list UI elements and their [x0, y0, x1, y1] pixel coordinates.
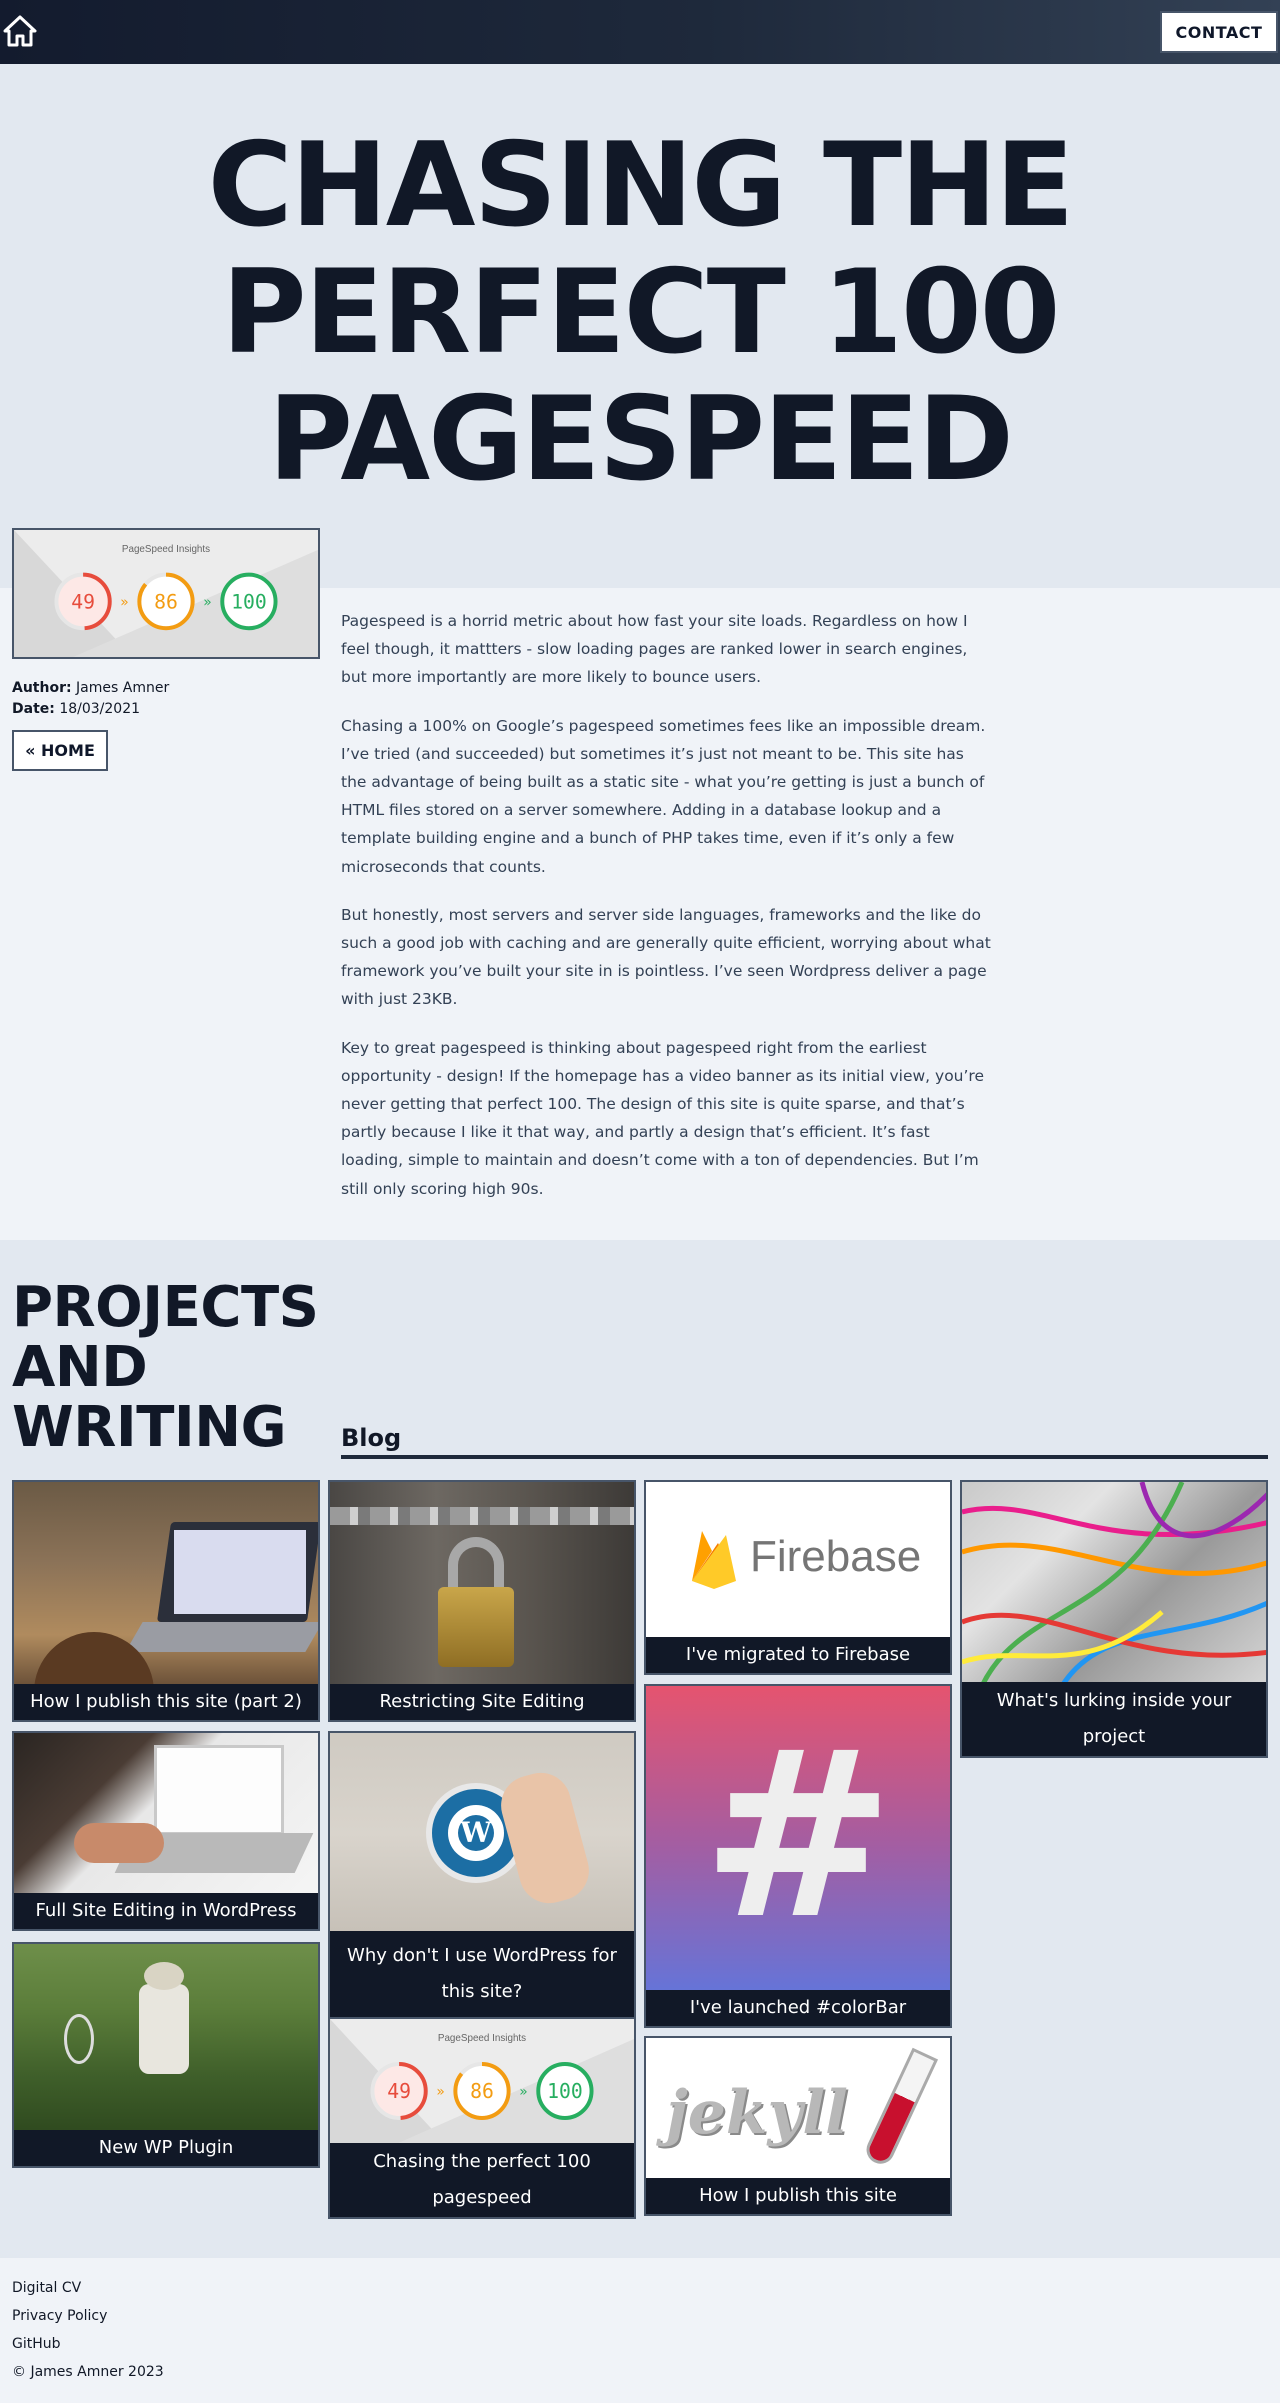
blog-card-caption: How I publish this site	[646, 2178, 950, 2214]
blog-card-caption: How I publish this site (part 2)	[14, 1684, 318, 1720]
pagespeed-graphic: PageSpeed Insights 49 » 86 » 100	[330, 2019, 634, 2147]
firebase-wordmark: Firebase	[750, 1532, 922, 1581]
projects-heading-line: PROJECTS	[12, 1275, 319, 1340]
score-value: 86	[154, 590, 178, 613]
blog-card[interactable]: Restricting Site Editing	[328, 1480, 636, 1722]
blog-divider	[341, 1455, 1268, 1459]
author-label: Author:	[12, 680, 72, 696]
contact-button[interactable]: CONTACT	[1160, 11, 1278, 53]
blog-card-caption: What's lurking inside your project	[962, 1682, 1266, 1756]
blog-card[interactable]: New WP Plugin	[12, 1942, 320, 2168]
blog-card[interactable]: What's lurking inside your project	[960, 1480, 1268, 1758]
jekyll-logo: jekyll	[646, 2038, 950, 2180]
firebase-logo: Firebase	[646, 1482, 950, 1639]
wordpress-logo-photo: W	[330, 1733, 634, 1935]
blog-card[interactable]: Firebase I've migrated to Firebase	[644, 1480, 952, 1675]
article-paragraph: Chasing a 100% on Google’s pagespeed som…	[341, 716, 986, 876]
blog-card-caption: Chasing the perfect 100 pagespeed	[330, 2143, 634, 2217]
chevron-right-icon: »	[519, 2084, 527, 2100]
blog-heading: Blog	[341, 1424, 402, 1452]
blog-card-caption: New WP Plugin	[14, 2130, 318, 2166]
article-body: Pagespeed is a horrid metric about how f…	[341, 607, 991, 1223]
blog-card[interactable]: # I've launched #colorBar	[644, 1684, 952, 2028]
date-label: Date:	[12, 701, 55, 717]
top-nav-bar: CONTACT	[0, 0, 1280, 64]
chevron-right-icon: »	[203, 594, 211, 610]
footer	[0, 2258, 1280, 2403]
title-line: CHASING THE	[207, 118, 1075, 253]
footer-link-digital-cv[interactable]: Digital CV	[12, 2280, 81, 2296]
field-photo	[14, 1944, 318, 2132]
article-paragraph: Key to great pagespeed is thinking about…	[341, 1038, 985, 1198]
title-line: PERFECT 100	[221, 245, 1061, 380]
pagespeed-graphic: PageSpeed Insights 49 » 86 » 100	[14, 530, 318, 657]
cables-photo	[962, 1482, 1266, 1686]
chevron-right-icon: »	[436, 2084, 444, 2100]
chevron-right-icon: »	[120, 594, 128, 610]
blog-card[interactable]: W Why don't I use WordPress for this sit…	[328, 1731, 636, 2019]
padlock-photo	[330, 1482, 634, 1686]
pagespeed-image: PageSpeed Insights 49 » 86 » 100	[12, 528, 320, 659]
hash-gradient: #	[646, 1686, 950, 1992]
post-meta: Author: James Amner Date: 18/03/2021	[12, 678, 169, 720]
home-button[interactable]: « HOME	[12, 730, 108, 771]
pagespeed-scores: PageSpeed Insights 49 » 86 » 100	[330, 2019, 634, 2147]
jekyll-wordmark: jekyll	[666, 2078, 848, 2148]
typing-laptop-photo	[14, 1733, 318, 1895]
blog-card[interactable]: How I publish this site (part 2)	[12, 1480, 320, 1722]
blog-card[interactable]: Full Site Editing in WordPress	[12, 1731, 320, 1931]
copyright: © James Amner 2023	[12, 2364, 164, 2380]
score-value: 49	[71, 590, 95, 613]
blog-card-caption: I've migrated to Firebase	[646, 1637, 950, 1673]
pagespeed-label: PageSpeed Insights	[122, 544, 210, 555]
pagespeed-label: PageSpeed Insights	[438, 2033, 526, 2044]
score-value: 100	[231, 590, 267, 613]
article-paragraph: But honestly, most servers and server si…	[341, 905, 991, 1009]
footer-link-privacy[interactable]: Privacy Policy	[12, 2308, 107, 2324]
laptop-photo	[14, 1482, 318, 1692]
score-value: 86	[470, 2080, 494, 2103]
blog-card[interactable]: jekyll How I publish this site	[644, 2036, 952, 2216]
blog-card-caption: Why don't I use WordPress for this site?	[330, 1931, 634, 2017]
post-date: 18/03/2021	[59, 701, 141, 717]
hash-symbol: #	[701, 1703, 895, 1970]
footer-link-github[interactable]: GitHub	[12, 2336, 61, 2352]
blog-card-caption: Full Site Editing in WordPress	[14, 1893, 318, 1929]
page-title: CHASING THE PERFECT 100 PAGESPEED	[0, 122, 1280, 503]
author-name: James Amner	[76, 680, 170, 696]
score-value: 100	[547, 2080, 583, 2103]
projects-heading-line: WRITING	[12, 1395, 287, 1460]
score-value: 49	[387, 2080, 411, 2103]
projects-heading-line: AND	[12, 1335, 148, 1400]
blog-card-caption: Restricting Site Editing	[330, 1684, 634, 1720]
title-line: PAGESPEED	[268, 372, 1014, 507]
projects-heading: PROJECTS AND WRITING	[12, 1278, 319, 1458]
home-icon[interactable]	[2, 13, 38, 49]
article-paragraph: Pagespeed is a horrid metric about how f…	[341, 612, 968, 687]
blog-card-caption: I've launched #colorBar	[646, 1990, 950, 2026]
blog-card[interactable]: PageSpeed Insights 49 » 86 » 100 Chasing the …	[328, 2017, 636, 2219]
